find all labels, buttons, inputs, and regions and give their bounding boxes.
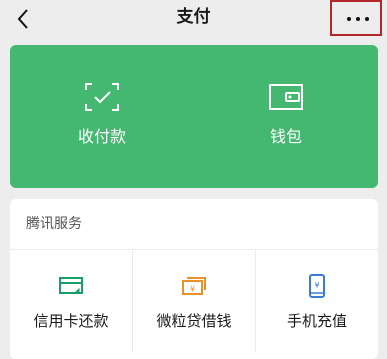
loan-icon: ¥ bbox=[182, 277, 206, 295]
page-title: 支付 bbox=[176, 7, 211, 27]
wallet-button[interactable]: 钱包 bbox=[194, 45, 378, 188]
tencent-services-card: 腾讯服务 信用卡还款 ¥ 微粒贷借钱 ¥ 手机充值 bbox=[10, 199, 378, 359]
phone-topup-button[interactable]: ¥ 手机充值 bbox=[256, 250, 378, 352]
more-options-button[interactable] bbox=[330, 0, 382, 36]
receive-pay-button[interactable]: 收付款 bbox=[10, 45, 194, 188]
svg-text:¥: ¥ bbox=[190, 285, 195, 294]
loan-button[interactable]: ¥ 微粒贷借钱 bbox=[133, 250, 255, 352]
phone-topup-label: 手机充值 bbox=[286, 312, 347, 330]
credit-card-repay-button[interactable]: 信用卡还款 bbox=[10, 250, 132, 352]
receive-pay-label: 收付款 bbox=[77, 127, 126, 146]
svg-text:¥: ¥ bbox=[314, 281, 319, 290]
wallet-icon bbox=[269, 84, 303, 110]
wallet-label: 钱包 bbox=[269, 127, 302, 146]
wallet-card: 收付款 钱包 bbox=[10, 45, 378, 188]
loan-label: 微粒贷借钱 bbox=[156, 312, 232, 330]
more-dots-icon bbox=[347, 16, 369, 22]
phone-topup-icon: ¥ bbox=[309, 274, 325, 298]
credit-card-repay-label: 信用卡还款 bbox=[33, 312, 109, 330]
scan-check-icon bbox=[85, 83, 119, 111]
credit-card-icon bbox=[59, 277, 83, 294]
top-nav-bar: 支付 bbox=[0, 0, 387, 40]
services-section-title: 腾讯服务 bbox=[26, 216, 82, 232]
